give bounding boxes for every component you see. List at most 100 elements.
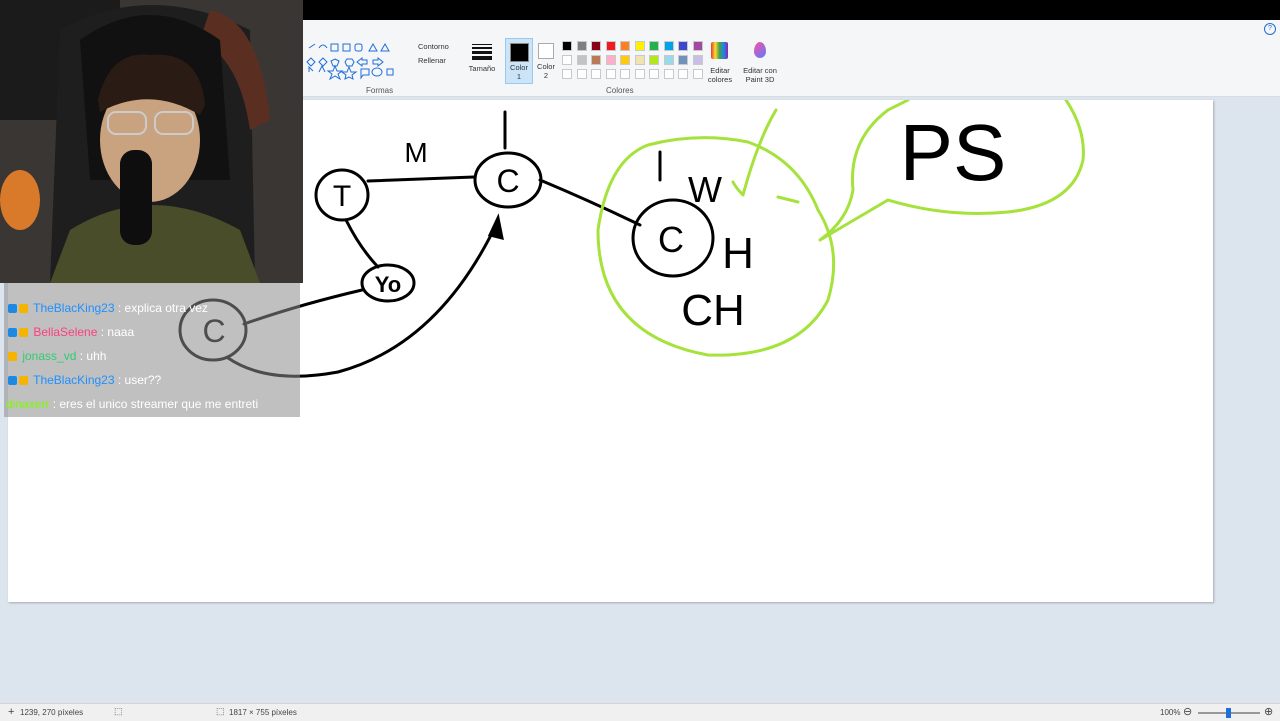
paint3d-button[interactable]: Editar con Paint 3D bbox=[740, 40, 780, 84]
palette-swatch[interactable] bbox=[663, 41, 674, 51]
palette-swatch[interactable] bbox=[605, 55, 616, 65]
chat-message-text: explica otra vez bbox=[124, 301, 208, 315]
palette-swatch-empty[interactable] bbox=[663, 69, 674, 79]
palette-swatch-empty[interactable] bbox=[591, 69, 601, 79]
color-wheel-icon bbox=[711, 42, 728, 59]
edit-colors-button[interactable]: Editar colores bbox=[705, 40, 735, 84]
palette-swatch[interactable] bbox=[605, 41, 616, 51]
palette-swatch[interactable] bbox=[591, 55, 601, 65]
palette-swatch-empty[interactable] bbox=[692, 69, 703, 79]
palette-swatch[interactable] bbox=[576, 41, 587, 51]
cursor-icon: + bbox=[8, 706, 15, 718]
edge-t-c1 bbox=[366, 175, 476, 183]
fill-label[interactable]: Rellenar bbox=[418, 56, 446, 65]
chat-username: BellaSelene bbox=[33, 325, 98, 339]
chat-username: TheBlacKing23 bbox=[33, 301, 115, 315]
chat-message-text: user?? bbox=[124, 373, 162, 387]
palette-swatch[interactable] bbox=[649, 41, 659, 51]
size-button[interactable]: Tamaño bbox=[468, 42, 496, 82]
palette-swatch[interactable] bbox=[620, 41, 630, 51]
palette-swatch[interactable] bbox=[663, 55, 674, 65]
badge-icon bbox=[8, 376, 17, 385]
zoom-slider[interactable] bbox=[1198, 708, 1260, 718]
palette-swatch-empty[interactable] bbox=[634, 69, 645, 79]
chat-overlay: TheBlacKing23 : explica otra vez BellaSe… bbox=[4, 283, 300, 417]
edge-c1-c2 bbox=[538, 178, 642, 227]
chat-username: jonass_vd bbox=[22, 349, 77, 363]
edge-t-yo bbox=[344, 218, 380, 269]
badge-icon bbox=[19, 328, 28, 337]
chat-separator: : bbox=[117, 373, 125, 387]
badge-icon bbox=[8, 304, 17, 313]
badge-icon bbox=[19, 376, 28, 385]
label-w: W bbox=[688, 169, 722, 210]
node-yo-label: Yo bbox=[375, 272, 401, 297]
color1-swatch bbox=[510, 43, 529, 62]
palette-swatch[interactable] bbox=[678, 41, 688, 51]
size-lines-icon bbox=[472, 44, 492, 60]
label-m: M bbox=[404, 137, 427, 168]
palette-swatch[interactable] bbox=[576, 55, 587, 65]
chat-line: BellaSelene : naaa bbox=[8, 321, 300, 343]
chat-message-text: eres el unico streamer que me entreti bbox=[59, 397, 259, 411]
edit-colors-label: Editar colores bbox=[707, 66, 733, 84]
color1-button[interactable]: Color 1 bbox=[505, 38, 533, 84]
canvas-size-icon: ⬚ bbox=[216, 706, 225, 716]
palette-swatch[interactable] bbox=[634, 55, 645, 65]
color2-label: Color 2 bbox=[537, 62, 555, 80]
node-c2-label: C bbox=[658, 219, 684, 260]
zoom-in-icon[interactable]: ⊕ bbox=[1264, 705, 1273, 718]
palette-swatch-empty[interactable] bbox=[605, 69, 616, 79]
palette-swatch[interactable] bbox=[634, 41, 645, 51]
chat-line: jonass_vd : uhh bbox=[8, 345, 300, 367]
palette-swatch-empty[interactable] bbox=[576, 69, 587, 79]
badge-icon bbox=[8, 328, 17, 337]
help-icon[interactable]: ? bbox=[1264, 23, 1276, 35]
chat-username: TheBlacKing23 bbox=[33, 373, 115, 387]
palette-swatch-empty[interactable] bbox=[620, 69, 630, 79]
color2-button[interactable]: Color 2 bbox=[535, 38, 557, 82]
cursor-position: 1239, 270 píxeles bbox=[20, 708, 84, 717]
palette-swatch[interactable] bbox=[692, 41, 703, 51]
node-c1-label: C bbox=[496, 163, 519, 199]
status-bar: + 1239, 270 píxeles ⬚ ⬚ 1817 × 755 píxel… bbox=[0, 703, 1280, 721]
node-t-label: T bbox=[333, 180, 351, 213]
badge-icon bbox=[8, 352, 17, 361]
streamer-webcam-image bbox=[0, 0, 303, 283]
label-ps: PS bbox=[900, 108, 1007, 197]
webcam-overlay bbox=[0, 0, 303, 283]
palette-swatch-empty[interactable] bbox=[562, 69, 572, 79]
selection-icon: ⬚ bbox=[114, 706, 123, 716]
palette-swatch[interactable] bbox=[562, 41, 572, 51]
chat-message-text: uhh bbox=[86, 349, 107, 363]
palette-swatch-empty[interactable] bbox=[678, 69, 688, 79]
outline-label[interactable]: Contorno bbox=[418, 42, 449, 51]
palette-swatch-empty[interactable] bbox=[649, 69, 659, 79]
chat-line: dinaxerr : eres el unico streamer que me… bbox=[6, 393, 298, 415]
paint3d-label: Editar con Paint 3D bbox=[743, 66, 777, 84]
chat-line: TheBlacKing23 : user?? bbox=[8, 369, 300, 391]
arrow-head bbox=[487, 213, 504, 241]
palette-swatch[interactable] bbox=[562, 55, 572, 65]
size-label: Tamaño bbox=[468, 64, 496, 73]
shapes-group-label: Formas bbox=[366, 86, 394, 95]
label-ch: CH bbox=[681, 286, 745, 335]
zoom-slider-thumb[interactable] bbox=[1226, 708, 1231, 718]
palette-swatch[interactable] bbox=[692, 55, 703, 65]
palette-swatch[interactable] bbox=[678, 55, 688, 65]
color-palette[interactable] bbox=[562, 41, 712, 81]
badge-icon bbox=[19, 304, 28, 313]
label-h: H bbox=[722, 229, 754, 278]
color2-swatch bbox=[538, 43, 554, 59]
palette-swatch[interactable] bbox=[649, 55, 659, 65]
palette-swatch[interactable] bbox=[620, 55, 630, 65]
green-check-2 bbox=[776, 195, 800, 204]
chat-separator: : bbox=[117, 301, 125, 315]
palette-swatch[interactable] bbox=[591, 41, 601, 51]
colors-group-label: Colores bbox=[606, 86, 634, 95]
paint3d-icon bbox=[754, 42, 766, 58]
color1-label: Color 1 bbox=[510, 63, 528, 81]
zoom-out-icon[interactable]: ⊖ bbox=[1183, 705, 1192, 718]
zoom-level: 100% bbox=[1160, 708, 1181, 717]
chat-message-text: naaa bbox=[107, 325, 135, 339]
